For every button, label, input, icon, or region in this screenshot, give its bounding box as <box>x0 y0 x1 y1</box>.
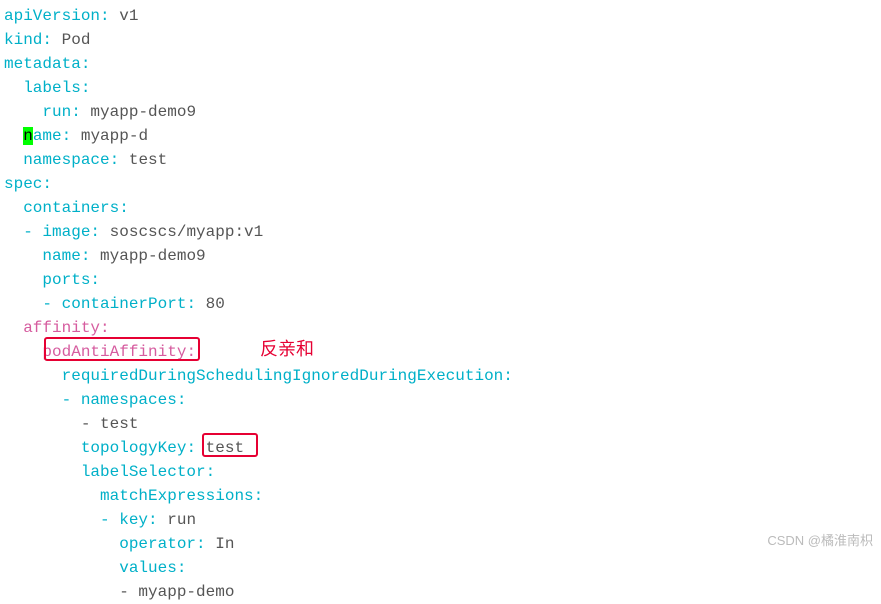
yaml-key: ame <box>33 127 62 145</box>
yaml-value: myapp-demo9 <box>81 103 196 121</box>
yaml-key: - key <box>4 511 148 529</box>
yaml-key: spec <box>4 175 42 193</box>
yaml-value: run <box>158 511 196 529</box>
yaml-line: requiredDuringSchedulingIgnoredDuringExe… <box>4 364 877 388</box>
yaml-line: name: myapp-demo9 <box>4 244 877 268</box>
yaml-key: containers <box>4 199 119 217</box>
yaml-line: - myapp-demo <box>4 580 877 604</box>
yaml-key: - image <box>4 223 90 241</box>
highlight-box-podantiaffinity <box>44 337 200 361</box>
yaml-value: myapp-demo9 <box>90 247 205 265</box>
yaml-key: - containerPort <box>4 295 186 313</box>
yaml-key-affinity: affinity <box>4 319 100 337</box>
highlight-box-topologykey-value <box>202 433 258 457</box>
yaml-key: topologyKey <box>4 439 186 457</box>
yaml-value: soscscs/myapp:v1 <box>100 223 263 241</box>
yaml-line: - image: soscscs/myapp:v1 <box>4 220 877 244</box>
yaml-value: myapp-d <box>71 127 148 145</box>
yaml-key: values <box>4 559 177 577</box>
yaml-list-item: - test <box>4 415 138 433</box>
indent <box>4 127 23 145</box>
yaml-line: apiVersion: v1 <box>4 4 877 28</box>
yaml-key: metadata <box>4 55 81 73</box>
watermark-text: CSDN @橘淮南枳 <box>767 531 873 551</box>
yaml-key: - namespaces <box>4 391 177 409</box>
yaml-key: kind <box>4 31 42 49</box>
yaml-key: labels <box>4 79 81 97</box>
yaml-key: namespace <box>4 151 110 169</box>
yaml-line: kind: Pod <box>4 28 877 52</box>
yaml-line: name: myapp-d <box>4 124 877 148</box>
yaml-line: - containerPort: 80 <box>4 292 877 316</box>
yaml-line: containers: <box>4 196 877 220</box>
yaml-line: ports: <box>4 268 877 292</box>
yaml-line: values: <box>4 556 877 580</box>
yaml-value: Pod <box>52 31 90 49</box>
yaml-key: apiVersion <box>4 7 100 25</box>
yaml-line: operator: In <box>4 532 877 556</box>
yaml-line: - test <box>4 412 877 436</box>
yaml-line: - key: run <box>4 508 877 532</box>
yaml-line: namespace: test <box>4 148 877 172</box>
yaml-key: labelSelector <box>4 463 206 481</box>
yaml-key: operator <box>4 535 196 553</box>
yaml-line: matchExpressions: <box>4 484 877 508</box>
yaml-key: name <box>4 247 81 265</box>
yaml-line: spec: <box>4 172 877 196</box>
yaml-key: requiredDuringSchedulingIgnoredDuringExe… <box>4 367 503 385</box>
yaml-line: topologyKey: test <box>4 436 877 460</box>
yaml-value: In <box>206 535 235 553</box>
yaml-value: 80 <box>196 295 225 313</box>
yaml-line: labels: <box>4 76 877 100</box>
highlighted-char: n <box>23 127 33 145</box>
yaml-line: metadata: <box>4 52 877 76</box>
yaml-list-item: - myapp-demo <box>4 583 234 601</box>
yaml-line: labelSelector: <box>4 460 877 484</box>
yaml-key: ports <box>4 271 90 289</box>
annotation-text: 反亲和 <box>260 336 314 363</box>
yaml-value: v1 <box>110 7 139 25</box>
yaml-line: - namespaces: <box>4 388 877 412</box>
yaml-key: matchExpressions <box>4 487 254 505</box>
yaml-value: test <box>119 151 167 169</box>
yaml-key: run <box>4 103 71 121</box>
yaml-line: run: myapp-demo9 <box>4 100 877 124</box>
